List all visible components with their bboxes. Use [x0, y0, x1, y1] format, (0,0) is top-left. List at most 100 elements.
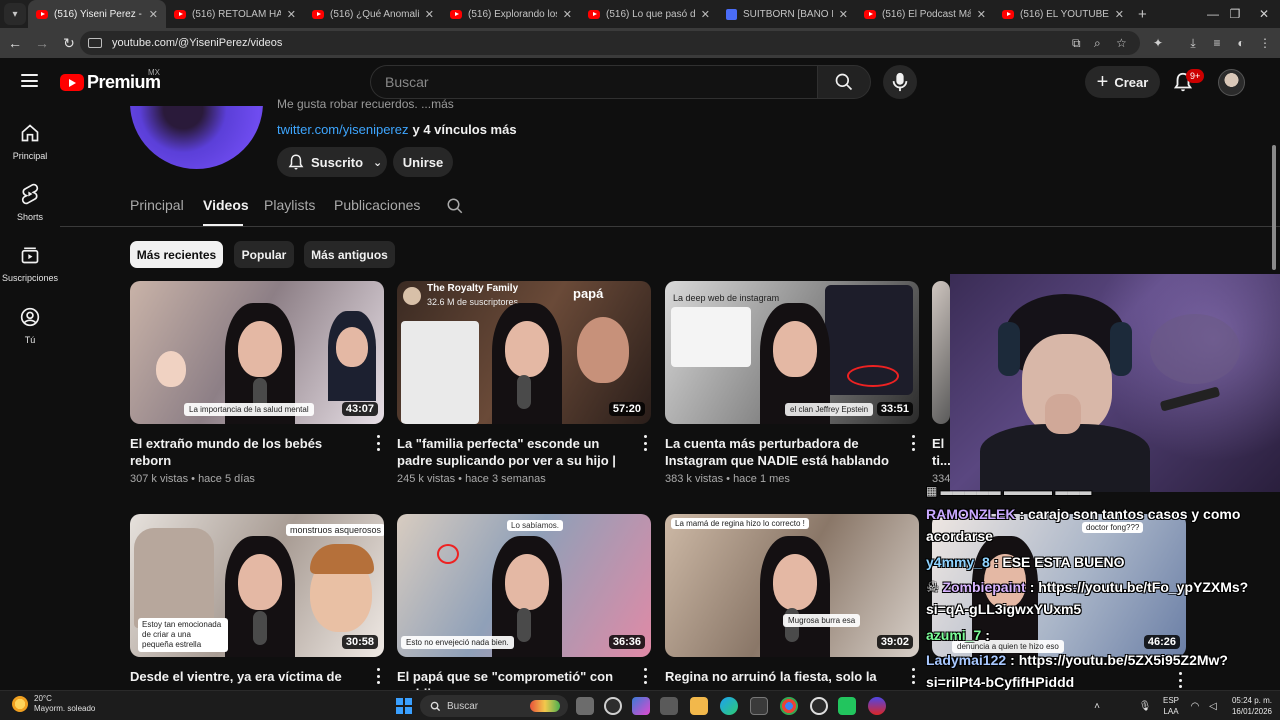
store-icon[interactable] — [660, 697, 678, 715]
video-title[interactable]: El ti... en c... — [932, 435, 950, 469]
task-view-icon[interactable] — [576, 697, 594, 715]
install-app-icon[interactable]: ⧉ — [1072, 31, 1081, 55]
close-icon[interactable]: ✕ — [1115, 8, 1124, 21]
app-icon[interactable] — [750, 697, 768, 715]
channel-description[interactable]: Me gusta robar recuerdos. ...más — [277, 97, 454, 111]
close-icon[interactable]: ✕ — [149, 8, 158, 21]
volume-icon[interactable]: ◁ — [1206, 691, 1220, 720]
video-card[interactable]: monstruos asquerosos Estoy tan emocionad… — [130, 514, 384, 702]
close-icon[interactable]: ✕ — [287, 8, 296, 21]
page-scrollbar[interactable] — [1272, 145, 1276, 270]
weather-widget[interactable]: 20°C Mayorm. soleado — [12, 694, 95, 714]
copilot-icon[interactable] — [632, 697, 650, 715]
subscribed-button[interactable]: Suscrito ⌄ — [277, 147, 387, 177]
more-links-link[interactable]: y 4 vínculos más — [413, 122, 517, 137]
browser-tab-2[interactable]: (516) ¿Qué Anomalías est ✕ — [304, 0, 442, 28]
video-title[interactable]: Regina no arruinó la fiesta, solo la — [665, 668, 897, 685]
more-options-icon[interactable] — [376, 668, 380, 684]
video-thumbnail[interactable]: Lo sabíamos. Esto no envejeció nada bien… — [397, 514, 651, 657]
close-icon[interactable]: ✕ — [839, 8, 848, 21]
more-options-icon[interactable] — [643, 668, 647, 684]
tray-chevron-icon[interactable]: ˄ — [1090, 691, 1104, 720]
video-card[interactable]: El ti... en c... 334 — [932, 281, 950, 485]
site-info-icon[interactable] — [88, 38, 102, 48]
chip-popular[interactable]: Popular — [234, 241, 294, 268]
tab-videos[interactable]: Videos — [203, 197, 249, 213]
video-card[interactable]: Lo sabíamos. Esto no envejeció nada bien… — [397, 514, 651, 702]
new-tab-plus-icon[interactable]: + — [1138, 6, 1147, 23]
back-arrow-icon[interactable]: ← — [3, 31, 27, 55]
download-icon[interactable]: ⤓ — [1185, 35, 1201, 51]
twitter-link[interactable]: twitter.com/yiseniperez — [277, 122, 409, 137]
close-icon[interactable]: ✕ — [701, 8, 710, 21]
reading-list-icon[interactable]: ≡ — [1209, 35, 1225, 51]
browser-menu-icon[interactable]: ⋮ — [1257, 35, 1273, 51]
video-card[interactable]: La mamá de regina hizo lo correcto ! Mug… — [665, 514, 919, 685]
video-card[interactable]: La deep web de instagram el clan Jeffrey… — [665, 281, 919, 485]
hamburger-menu-icon[interactable] — [21, 74, 38, 87]
channel-avatar[interactable] — [130, 106, 263, 170]
video-thumbnail[interactable]: La mamá de regina hizo lo correcto ! Mug… — [665, 514, 919, 657]
close-icon[interactable]: ✕ — [563, 8, 572, 21]
video-title[interactable]: El extraño mundo de los bebés reborn — [130, 435, 362, 469]
more-options-icon[interactable] — [376, 435, 380, 451]
zoom-icon[interactable]: ⌕ — [1094, 31, 1101, 55]
guide-item-shorts[interactable]: Shorts — [0, 183, 60, 222]
guide-item-principal[interactable]: Principal — [0, 122, 60, 161]
language-indicator[interactable]: ESP LAA — [1160, 695, 1182, 717]
close-window-icon[interactable]: ✕ — [1244, 0, 1280, 28]
search-icon[interactable] — [446, 197, 464, 215]
windows-start-icon[interactable] — [396, 698, 412, 714]
video-thumbnail[interactable]: The Royalty Family 32.6 M de suscriptore… — [397, 281, 651, 424]
address-bar[interactable]: youtube.com/@YiseniPerez/videos ⧉ ⌕ ☆ — [80, 31, 1140, 55]
tab-playlists[interactable]: Playlists — [264, 197, 315, 213]
more-options-icon[interactable] — [911, 668, 915, 684]
chip-mas-recientes[interactable]: Más recientes — [130, 241, 223, 268]
obs-icon[interactable] — [810, 697, 828, 715]
close-icon[interactable]: ✕ — [977, 8, 986, 21]
tab-search-menu-button[interactable]: ▾ — [4, 3, 26, 25]
address-url[interactable]: youtube.com/@YiseniPerez/videos — [112, 37, 282, 49]
guide-item-tu[interactable]: Tú — [0, 306, 60, 345]
reload-icon[interactable]: ↻ — [57, 31, 81, 55]
video-thumbnail[interactable]: monstruos asquerosos Estoy tan emocionad… — [130, 514, 384, 657]
taskbar-search[interactable]: Buscar — [420, 695, 568, 717]
chrome-icon[interactable] — [780, 697, 798, 715]
video-thumbnail[interactable]: La importancia de la salud mental 43:07 — [130, 281, 384, 424]
browser-tab-7[interactable]: (516) EL YOUTUBER QUE ✕ — [994, 0, 1132, 28]
browser-tab-1[interactable]: (516) RETOLAM HA VUEL ✕ — [166, 0, 304, 28]
search-button[interactable] — [817, 65, 871, 99]
close-icon[interactable]: ✕ — [425, 8, 434, 21]
account-avatar[interactable] — [1218, 69, 1245, 96]
video-thumbnail[interactable]: La deep web de instagram el clan Jeffrey… — [665, 281, 919, 424]
tab-publicaciones[interactable]: Publicaciones — [334, 197, 420, 213]
browser-tab-6[interactable]: (516) El Podcast Más DEG ✕ — [856, 0, 994, 28]
video-title[interactable]: La "familia perfecta" esconde un padre s… — [397, 435, 629, 469]
video-card[interactable]: La importancia de la salud mental 43:07 … — [130, 281, 384, 485]
app-icon-2[interactable] — [868, 697, 886, 715]
browser-tab-0[interactable]: (516) Yiseni Perez - YouTu ✕ — [28, 0, 166, 28]
widgets-icon[interactable] — [604, 697, 622, 715]
tab-principal[interactable]: Principal — [130, 197, 184, 213]
create-button[interactable]: + Crear — [1085, 66, 1160, 98]
bookmark-star-icon[interactable]: ☆ — [1116, 31, 1127, 55]
chip-mas-antiguos[interactable]: Más antiguos — [304, 241, 395, 268]
guide-item-suscripciones[interactable]: Suscripciones — [0, 244, 60, 283]
wifi-icon[interactable]: ◠ — [1188, 691, 1202, 720]
browser-tab-4[interactable]: (516) Lo que pasó detrás ✕ — [580, 0, 718, 28]
browser-tab-5[interactable]: SUITBORN [BAÑO DE SAN ✕ — [718, 0, 856, 28]
system-clock[interactable]: 05:24 p. m. 16/01/2026 — [1222, 695, 1272, 717]
search-input[interactable]: Buscar — [370, 65, 817, 99]
kick-icon[interactable] — [838, 697, 856, 715]
video-thumbnail[interactable] — [932, 281, 950, 424]
edge-icon[interactable] — [720, 697, 738, 715]
extensions-icon[interactable]: ✦ — [1150, 35, 1166, 51]
video-card[interactable]: The Royalty Family 32.6 M de suscriptore… — [397, 281, 651, 485]
browser-tab-3[interactable]: (516) Explorando los luga ✕ — [442, 0, 580, 28]
more-options-icon[interactable] — [643, 435, 647, 451]
youtube-premium-logo[interactable]: Premium MX — [60, 68, 161, 93]
profile-icon[interactable]: ◐ — [1233, 35, 1249, 51]
video-title[interactable]: La cuenta más perturbadora de Instagram … — [665, 435, 897, 469]
forward-arrow-icon[interactable]: → — [30, 31, 54, 55]
voice-search-button[interactable] — [883, 65, 917, 99]
